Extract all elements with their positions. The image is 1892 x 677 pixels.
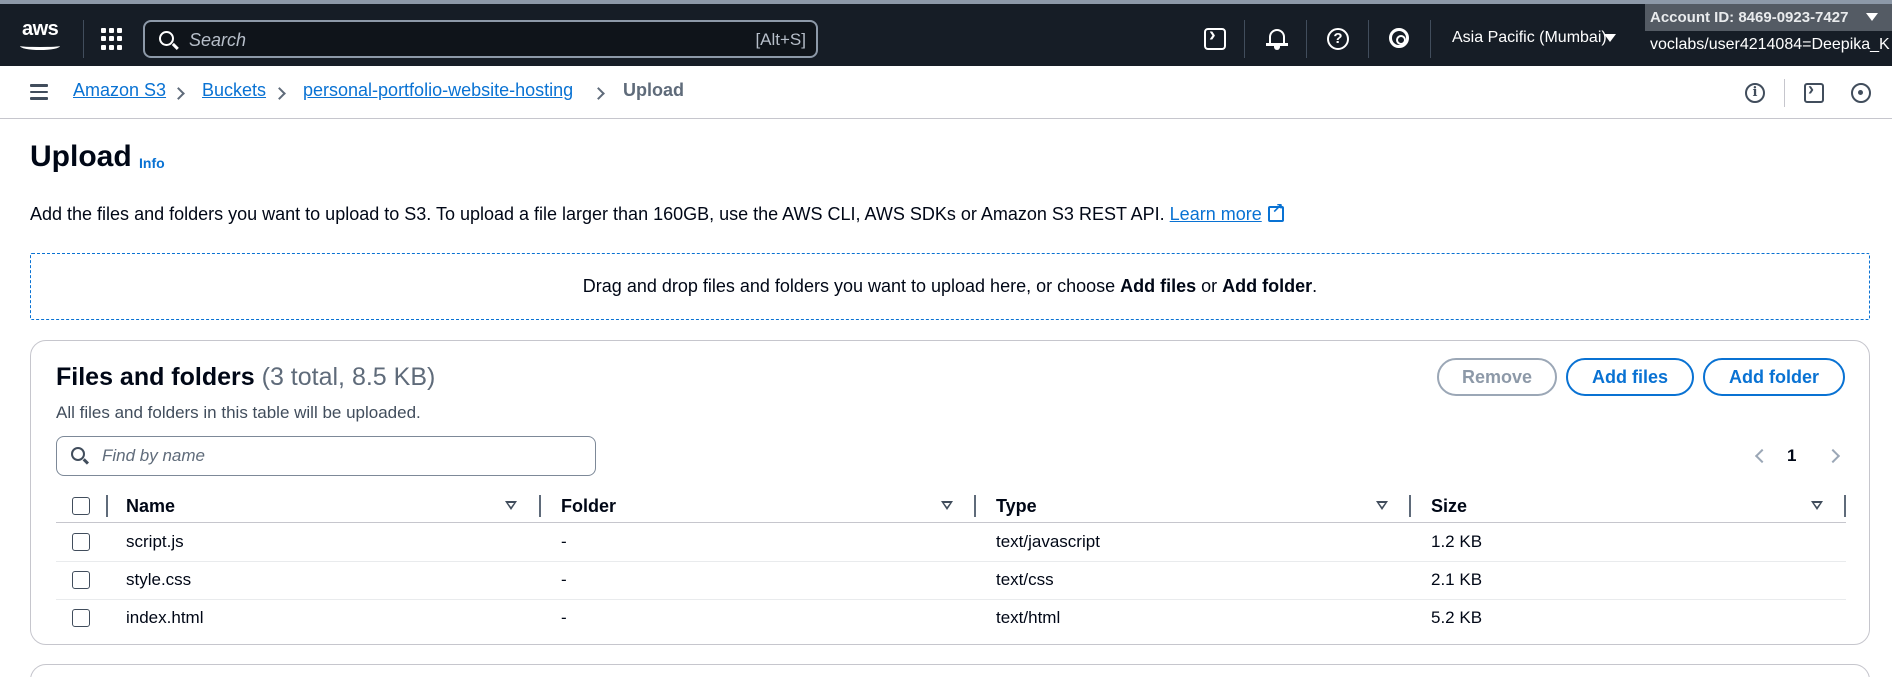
panel-subtitle: All files and folders in this table will…	[56, 403, 421, 422]
external-link-icon[interactable]	[1267, 200, 1284, 222]
file-folder: -	[561, 608, 567, 627]
select-all-checkbox[interactable]	[72, 497, 90, 515]
file-folder: -	[561, 532, 567, 551]
sort-icon[interactable]	[941, 501, 953, 510]
settings-panel-icon[interactable]	[1851, 83, 1871, 103]
region-selector[interactable]: Asia Pacific (Mumbai)	[1452, 29, 1607, 47]
column-separator[interactable]	[539, 495, 541, 517]
sort-icon[interactable]	[1376, 501, 1388, 510]
search-placeholder: Search	[189, 30, 247, 50]
add-folder-button[interactable]: Add folder	[1703, 358, 1845, 396]
table-row[interactable]: style.css - text/css 2.1 KB	[56, 562, 1846, 600]
top-navigation: aws Search [Alt+S] ? Asia Pacific (Mumba…	[0, 0, 1892, 66]
dropzone-text: Drag and drop files and folders you want…	[582, 276, 1318, 296]
info-link[interactable]: Info	[139, 155, 165, 171]
column-folder[interactable]: Folder	[561, 496, 616, 517]
file-size: 5.2 KB	[1431, 608, 1483, 627]
previous-page-icon[interactable]	[1754, 448, 1770, 464]
breadcrumb-upload: Upload	[623, 80, 684, 100]
search-shortcut: [Alt+S]	[755, 30, 806, 49]
page-number[interactable]: 1	[1787, 446, 1796, 466]
breadcrumb-bucket[interactable]: personal-portfolio-website-hosting	[303, 80, 573, 101]
util-divider	[1784, 79, 1785, 107]
column-separator	[106, 495, 108, 517]
file-size: 2.1 KB	[1431, 570, 1483, 589]
file-size: 1.2 KB	[1431, 532, 1483, 551]
gear-icon[interactable]	[1389, 28, 1409, 48]
row-checkbox[interactable]	[72, 609, 90, 627]
nav-divider	[1244, 20, 1245, 58]
files-and-folders-panel: Files and folders (3 total, 8.5 KB) All …	[30, 340, 1870, 645]
search-icon	[159, 31, 174, 46]
breadcrumb-amazon-s3[interactable]: Amazon S3	[73, 80, 166, 101]
panel-title: Files and folders (3 total, 8.5 KB)	[56, 363, 436, 391]
row-checkbox[interactable]	[72, 533, 90, 551]
column-separator[interactable]	[1844, 495, 1846, 517]
page-description: Add the files and folders you want to up…	[30, 200, 1284, 225]
file-type: text/css	[996, 570, 1054, 589]
column-separator[interactable]	[1409, 495, 1411, 517]
next-page-icon[interactable]	[1825, 448, 1841, 464]
nav-divider	[83, 20, 84, 58]
table-row[interactable]: index.html - text/html 5.2 KB	[56, 600, 1846, 638]
account-user[interactable]: voclabs/user4214084=Deepika_K	[1650, 36, 1890, 54]
panel-count: (3 total, 8.5 KB)	[261, 363, 436, 391]
account-id[interactable]: Account ID: 8469-0923-7427	[1650, 9, 1848, 26]
destination-panel	[30, 664, 1870, 677]
column-size[interactable]: Size	[1431, 496, 1467, 517]
aws-logo-smile	[20, 42, 60, 50]
help-icon[interactable]: ?	[1327, 28, 1349, 50]
chevron-down-icon[interactable]	[1866, 13, 1878, 21]
column-separator[interactable]	[974, 495, 976, 517]
panel-icon[interactable]	[1804, 79, 1824, 103]
upload-dropzone[interactable]: Drag and drop files and folders you want…	[30, 253, 1870, 320]
search-icon	[71, 447, 85, 461]
chevron-right-icon	[172, 87, 185, 100]
file-folder: -	[561, 570, 567, 589]
column-name[interactable]: Name	[126, 496, 175, 517]
remove-button[interactable]: Remove	[1437, 358, 1557, 396]
nav-divider	[1368, 20, 1369, 58]
sort-icon[interactable]	[505, 501, 517, 510]
add-files-button[interactable]: Add files	[1566, 358, 1694, 396]
sort-icon[interactable]	[1811, 501, 1823, 510]
breadcrumb-bar: Amazon S3 Buckets personal-portfolio-web…	[0, 66, 1892, 119]
file-name: script.js	[126, 532, 184, 551]
column-type[interactable]: Type	[996, 496, 1037, 517]
search-input[interactable]: Search [Alt+S]	[143, 20, 818, 58]
file-type: text/javascript	[996, 532, 1100, 551]
chevron-right-icon	[273, 87, 286, 100]
breadcrumb-buckets[interactable]: Buckets	[202, 80, 266, 101]
nav-divider	[1430, 20, 1431, 58]
learn-more-link[interactable]: Learn more	[1170, 204, 1262, 224]
row-checkbox[interactable]	[72, 571, 90, 589]
filter-placeholder: Find by name	[102, 446, 205, 465]
file-name: index.html	[126, 608, 204, 627]
table-header: Name Folder Type Size	[56, 489, 1846, 523]
file-name: style.css	[126, 570, 192, 589]
menu-icon[interactable]	[30, 84, 48, 100]
file-type: text/html	[996, 608, 1061, 627]
aws-logo[interactable]: aws	[22, 18, 59, 41]
page-title: Upload	[30, 140, 132, 173]
info-icon[interactable]: i	[1745, 83, 1765, 103]
apps-grid-icon[interactable]	[101, 28, 123, 50]
chevron-right-icon	[592, 87, 605, 100]
table-row[interactable]: script.js - text/javascript 1.2 KB	[56, 524, 1846, 562]
find-by-name-input[interactable]: Find by name	[56, 436, 596, 476]
chevron-down-icon[interactable]	[1604, 34, 1616, 42]
bell-icon[interactable]	[1266, 28, 1288, 50]
description-text: Add the files and folders you want to up…	[30, 204, 1165, 224]
nav-divider	[1306, 20, 1307, 58]
cloudshell-icon[interactable]	[1204, 24, 1226, 50]
